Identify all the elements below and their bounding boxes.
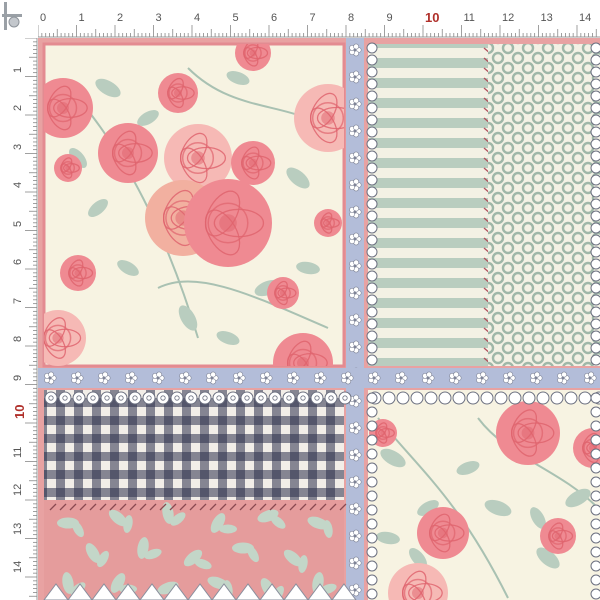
- left-ruler-label: 12: [12, 483, 24, 496]
- leaf-motif: [219, 524, 237, 534]
- top-ruler-label: 3: [155, 12, 162, 24]
- rose-corner-panel: [366, 390, 600, 600]
- top-ruler-label: 9: [386, 12, 393, 24]
- top-ruler-label: 13: [540, 12, 553, 24]
- rose-motif: [267, 277, 299, 309]
- rose-motif: [60, 255, 96, 291]
- left-ruler-label: 7: [12, 297, 24, 304]
- rose-motif: [158, 73, 198, 113]
- left-ruler-label: 8: [12, 335, 24, 342]
- pin-icon: [2, 2, 22, 30]
- left-ruler-label: 14: [12, 560, 24, 573]
- left-ruler-label: 11: [12, 446, 24, 458]
- leaf-panel: [43, 500, 357, 600]
- left-ruler-label: 9: [12, 374, 24, 381]
- ruler-corner: [0, 0, 38, 38]
- rose-motif: [98, 123, 158, 183]
- vertical-lace-strip: [346, 38, 364, 600]
- left-ruler-label: 1: [12, 66, 24, 73]
- top-ruler-label: 10: [425, 10, 440, 25]
- rose-motif: [54, 154, 82, 182]
- rose-motif: [184, 179, 272, 267]
- fabric-design: [38, 38, 600, 600]
- top-ruler-label: 12: [502, 12, 515, 24]
- rose-motif: [540, 518, 576, 554]
- top-ruler-label: 2: [117, 12, 124, 24]
- top-ruler-label: 4: [194, 12, 201, 24]
- rose-motif: [231, 141, 275, 185]
- horizontal-lace-strip: [38, 368, 600, 388]
- left-ruler-label: 3: [12, 143, 24, 150]
- left-ruler-label: 4: [12, 181, 24, 188]
- left-ruler-label: 6: [12, 258, 24, 265]
- gingham-panel: [44, 390, 352, 500]
- striped-panel: [368, 44, 492, 366]
- top-ruler-label: 1: [78, 12, 85, 24]
- top-ruler-label: 14: [579, 12, 592, 24]
- left-ruler-label: 10: [12, 404, 27, 419]
- top-ruler-label: 5: [232, 12, 239, 24]
- dotted-panel: [488, 44, 600, 366]
- rose-bouquet-panel: [42, 42, 346, 368]
- rose-motif: [417, 507, 469, 559]
- top-ruler-label: 0: [40, 12, 47, 24]
- left-ruler-label: 5: [12, 220, 24, 227]
- rose-motif: [314, 209, 342, 237]
- top-ruler-label: 8: [348, 12, 355, 24]
- top-ruler-label: 7: [309, 12, 316, 24]
- rose-motif: [496, 401, 560, 465]
- left-ruler-label: 2: [12, 104, 24, 111]
- top-ruler-label: 11: [463, 12, 475, 24]
- top-ruler-label: 6: [271, 12, 278, 24]
- left-ruler-label: 13: [12, 522, 24, 535]
- fabric-pattern: [38, 38, 600, 600]
